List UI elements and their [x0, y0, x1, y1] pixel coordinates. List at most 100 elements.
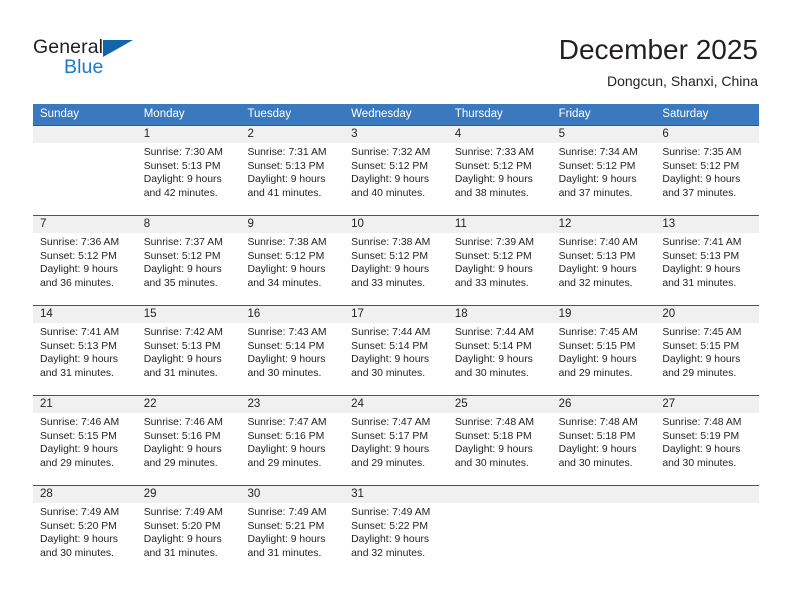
- daylight-text-line1: Daylight: 9 hours: [40, 534, 118, 546]
- day-number: 7: [40, 218, 47, 230]
- weekday-header-row: Sunday Monday Tuesday Wednesday Thursday…: [33, 104, 759, 125]
- day-cell[interactable]: 7 Sunrise: 7:36 AM Sunset: 5:12 PM Dayli…: [33, 216, 137, 305]
- daylight-text-line2: and 29 minutes.: [351, 457, 426, 469]
- day-number: 27: [662, 398, 676, 410]
- sunset-text: Sunset: 5:12 PM: [454, 160, 532, 172]
- day-cell[interactable]: 8 Sunrise: 7:37 AM Sunset: 5:12 PM Dayli…: [137, 216, 241, 305]
- day-number: 19: [558, 308, 572, 320]
- day-cell[interactable]: 13 Sunrise: 7:41 AM Sunset: 5:13 PM Dayl…: [655, 216, 759, 305]
- sunset-text: Sunset: 5:19 PM: [662, 430, 740, 442]
- day-cell[interactable]: [448, 486, 552, 575]
- sunrise-text: Sunrise: 7:30 AM: [143, 147, 223, 158]
- day-cell[interactable]: 2 Sunrise: 7:31 AM Sunset: 5:13 PM Dayli…: [240, 126, 344, 215]
- sunset-text: Sunset: 5:22 PM: [351, 520, 428, 532]
- day-details: Sunrise: 7:33 AM Sunset: 5:12 PM Dayligh…: [455, 146, 546, 200]
- day-cell[interactable]: 22 Sunrise: 7:46 AM Sunset: 5:16 PM Dayl…: [137, 396, 241, 485]
- day-cell[interactable]: [552, 486, 656, 575]
- day-cell[interactable]: 26 Sunrise: 7:48 AM Sunset: 5:18 PM Dayl…: [552, 396, 656, 485]
- sunrise-text: Sunrise: 7:42 AM: [143, 327, 223, 338]
- day-cell[interactable]: 24 Sunrise: 7:47 AM Sunset: 5:17 PM Dayl…: [344, 396, 448, 485]
- day-number: 1: [143, 128, 151, 140]
- day-cell[interactable]: 18 Sunrise: 7:44 AM Sunset: 5:14 PM Dayl…: [448, 306, 552, 395]
- sunrise-text: Sunrise: 7:40 AM: [558, 237, 638, 248]
- page-header: General Blue December 2025 Dongcun, Shan…: [0, 0, 792, 104]
- day-number: 26: [558, 398, 572, 410]
- day-cell[interactable]: 15 Sunrise: 7:42 AM Sunset: 5:13 PM Dayl…: [137, 306, 241, 395]
- logo-text-general: General: [33, 36, 104, 58]
- sunset-text: Sunset: 5:13 PM: [143, 160, 221, 172]
- day-number: 30: [247, 488, 261, 500]
- daylight-text-line1: Daylight: 9 hours: [247, 264, 326, 276]
- day-cell[interactable]: 6 Sunrise: 7:35 AM Sunset: 5:12 PM Dayli…: [655, 126, 759, 215]
- day-cell[interactable]: 12 Sunrise: 7:40 AM Sunset: 5:13 PM Dayl…: [552, 216, 656, 305]
- day-cell[interactable]: 16 Sunrise: 7:43 AM Sunset: 5:14 PM Dayl…: [240, 306, 344, 395]
- daylight-text-line1: Daylight: 9 hours: [143, 444, 222, 456]
- day-cell[interactable]: 30 Sunrise: 7:49 AM Sunset: 5:21 PM Dayl…: [240, 486, 344, 575]
- sunrise-text: Sunrise: 7:47 AM: [247, 417, 327, 428]
- weekday-header-sunday: Sunday: [40, 108, 80, 120]
- daylight-text-line1: Daylight: 9 hours: [351, 444, 430, 456]
- sunset-text: Sunset: 5:12 PM: [247, 250, 325, 262]
- day-details: Sunrise: 7:38 AM Sunset: 5:12 PM Dayligh…: [247, 236, 338, 290]
- generalblue-logo[interactable]: General Blue: [33, 36, 163, 82]
- day-cell[interactable]: 20 Sunrise: 7:45 AM Sunset: 5:15 PM Dayl…: [655, 306, 759, 395]
- day-cell[interactable]: 28 Sunrise: 7:49 AM Sunset: 5:20 PM Dayl…: [33, 486, 137, 575]
- daylight-text-line2: and 42 minutes.: [143, 187, 218, 199]
- sunrise-text: Sunrise: 7:49 AM: [143, 507, 223, 518]
- daylight-text-line1: Daylight: 9 hours: [662, 264, 741, 276]
- day-cell[interactable]: 29 Sunrise: 7:49 AM Sunset: 5:20 PM Dayl…: [137, 486, 241, 575]
- weekday-header-thursday: Thursday: [454, 108, 503, 120]
- day-cell[interactable]: 4 Sunrise: 7:33 AM Sunset: 5:12 PM Dayli…: [448, 126, 552, 215]
- day-details: Sunrise: 7:43 AM Sunset: 5:14 PM Dayligh…: [247, 326, 338, 380]
- sunrise-text: Sunrise: 7:44 AM: [351, 327, 431, 338]
- logo-text-blue: Blue: [64, 56, 104, 78]
- sunset-text: Sunset: 5:16 PM: [143, 430, 221, 442]
- daylight-text-line1: Daylight: 9 hours: [558, 264, 637, 276]
- day-number: 6: [662, 128, 669, 140]
- day-cell[interactable]: 11 Sunrise: 7:39 AM Sunset: 5:12 PM Dayl…: [448, 216, 552, 305]
- day-details: Sunrise: 7:49 AM Sunset: 5:20 PM Dayligh…: [144, 506, 235, 560]
- day-cell[interactable]: 3 Sunrise: 7:32 AM Sunset: 5:12 PM Dayli…: [344, 126, 448, 215]
- week-row: 21 Sunrise: 7:46 AM Sunset: 5:15 PM Dayl…: [33, 395, 759, 485]
- daylight-text-line2: and 29 minutes.: [558, 367, 633, 379]
- day-cell[interactable]: 27 Sunrise: 7:48 AM Sunset: 5:19 PM Dayl…: [655, 396, 759, 485]
- day-cell[interactable]: 23 Sunrise: 7:47 AM Sunset: 5:16 PM Dayl…: [240, 396, 344, 485]
- day-number: 3: [351, 128, 358, 140]
- day-number: 8: [143, 218, 151, 230]
- sunset-text: Sunset: 5:18 PM: [454, 430, 532, 442]
- sunrise-text: Sunrise: 7:46 AM: [143, 417, 223, 428]
- day-details: Sunrise: 7:47 AM Sunset: 5:16 PM Dayligh…: [247, 416, 338, 470]
- sunset-text: Sunset: 5:12 PM: [662, 160, 740, 172]
- day-cell[interactable]: 1 Sunrise: 7:30 AM Sunset: 5:13 PM Dayli…: [137, 126, 241, 215]
- weekday-header-monday: Monday: [143, 108, 185, 120]
- day-cell[interactable]: 25 Sunrise: 7:48 AM Sunset: 5:18 PM Dayl…: [448, 396, 552, 485]
- sunset-text: Sunset: 5:21 PM: [247, 520, 325, 532]
- day-details: Sunrise: 7:40 AM Sunset: 5:13 PM Dayligh…: [559, 236, 650, 290]
- day-cell[interactable]: 17 Sunrise: 7:44 AM Sunset: 5:14 PM Dayl…: [344, 306, 448, 395]
- daylight-text-line2: and 36 minutes.: [40, 277, 114, 289]
- day-number: 2: [247, 128, 254, 140]
- day-details: Sunrise: 7:49 AM Sunset: 5:21 PM Dayligh…: [247, 506, 338, 560]
- day-details: Sunrise: 7:31 AM Sunset: 5:13 PM Dayligh…: [247, 146, 338, 200]
- sunset-text: Sunset: 5:15 PM: [40, 430, 117, 442]
- day-cell[interactable]: [655, 486, 759, 575]
- day-number: 11: [454, 218, 467, 230]
- daylight-text-line2: and 41 minutes.: [247, 187, 322, 199]
- day-details: Sunrise: 7:49 AM Sunset: 5:20 PM Dayligh…: [40, 506, 131, 560]
- day-cell[interactable]: 21 Sunrise: 7:46 AM Sunset: 5:15 PM Dayl…: [33, 396, 137, 485]
- day-cell[interactable]: 5 Sunrise: 7:34 AM Sunset: 5:12 PM Dayli…: [552, 126, 656, 215]
- day-details: Sunrise: 7:49 AM Sunset: 5:22 PM Dayligh…: [351, 506, 442, 560]
- day-cell[interactable]: 9 Sunrise: 7:38 AM Sunset: 5:12 PM Dayli…: [240, 216, 344, 305]
- day-details: Sunrise: 7:44 AM Sunset: 5:14 PM Dayligh…: [351, 326, 442, 380]
- sunrise-text: Sunrise: 7:33 AM: [454, 147, 535, 158]
- day-cell[interactable]: [33, 126, 137, 215]
- day-number: 13: [662, 218, 676, 230]
- sunrise-text: Sunrise: 7:37 AM: [143, 237, 223, 248]
- daylight-text-line2: and 32 minutes.: [351, 547, 426, 559]
- day-cell[interactable]: 10 Sunrise: 7:38 AM Sunset: 5:12 PM Dayl…: [344, 216, 448, 305]
- day-cell[interactable]: 31 Sunrise: 7:49 AM Sunset: 5:22 PM Dayl…: [344, 486, 448, 575]
- day-cell[interactable]: 14 Sunrise: 7:41 AM Sunset: 5:13 PM Dayl…: [33, 306, 137, 395]
- day-cell[interactable]: 19 Sunrise: 7:45 AM Sunset: 5:15 PM Dayl…: [552, 306, 656, 395]
- day-number: 18: [454, 308, 468, 320]
- day-number: 22: [143, 398, 157, 410]
